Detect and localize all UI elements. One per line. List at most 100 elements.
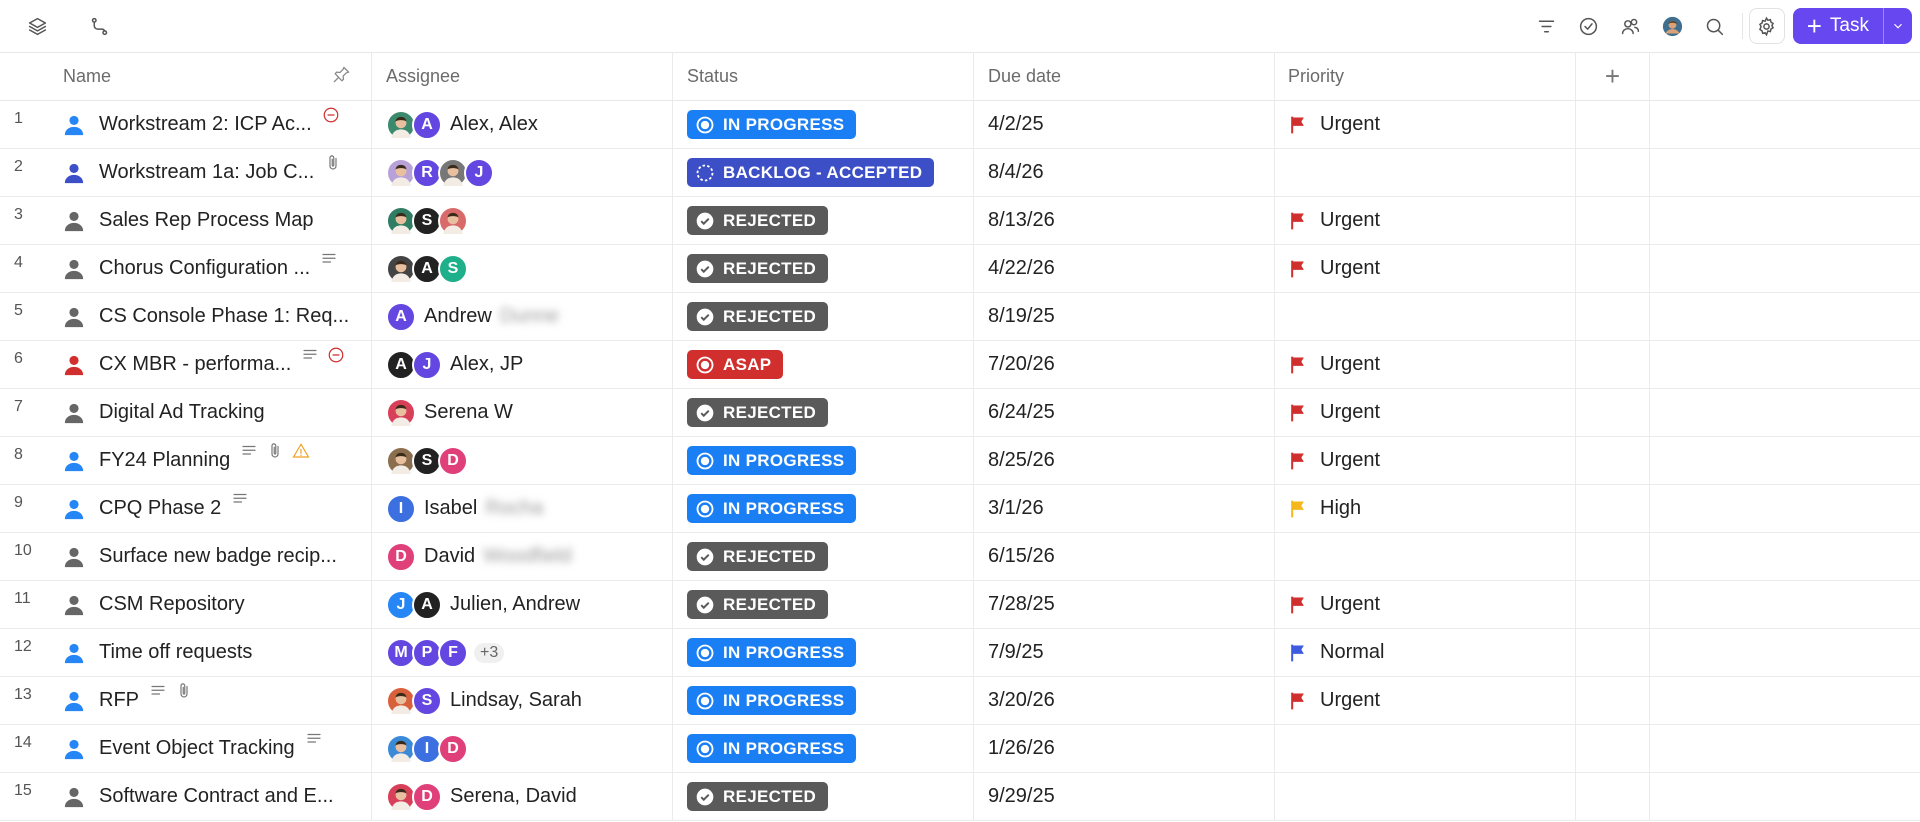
due-date-cell[interactable]: 7/20/26 xyxy=(974,341,1275,388)
task-name[interactable]: CX MBR - performa... xyxy=(99,353,291,376)
due-date-cell[interactable]: 7/28/25 xyxy=(974,581,1275,628)
task-name-cell[interactable]: Digital Ad Tracking xyxy=(50,389,372,436)
table-row[interactable]: 3 Sales Rep Process Map S REJECTED 8/13/26 Ur… xyxy=(0,197,1920,245)
due-date-cell[interactable]: 3/1/26 xyxy=(974,485,1275,532)
assignee-cell[interactable]: A J Alex, JP xyxy=(372,341,673,388)
table-row[interactable]: 6 CX MBR - performa... A J Alex, JP ASAP 7/20/… xyxy=(0,341,1920,389)
due-date-cell[interactable]: 7/9/25 xyxy=(974,629,1275,676)
assignee-cell[interactable]: A Alex, Alex xyxy=(372,101,673,148)
priority-cell[interactable]: Urgent xyxy=(1275,197,1576,244)
task-name[interactable]: Chorus Configuration ... xyxy=(99,257,310,280)
task-name-cell[interactable]: Chorus Configuration ... xyxy=(50,245,372,292)
header-status[interactable]: Status xyxy=(673,53,974,100)
status-cell[interactable]: IN PROGRESS xyxy=(673,677,974,724)
status-badge[interactable]: ASAP xyxy=(687,350,784,379)
status-badge[interactable]: IN PROGRESS xyxy=(687,686,857,715)
status-cell[interactable]: IN PROGRESS xyxy=(673,629,974,676)
due-date-cell[interactable]: 4/22/26 xyxy=(974,245,1275,292)
table-row[interactable]: 14 Event Object Tracking I D IN PROGRESS 1/26… xyxy=(0,725,1920,773)
task-name[interactable]: Digital Ad Tracking xyxy=(99,401,265,424)
task-name[interactable]: CS Console Phase 1: Req... xyxy=(99,305,349,328)
add-column-button[interactable]: + xyxy=(1576,53,1650,100)
task-name[interactable]: CPQ Phase 2 xyxy=(99,497,221,520)
layers-icon[interactable] xyxy=(23,12,51,40)
status-cell[interactable]: REJECTED xyxy=(673,389,974,436)
due-date-cell[interactable]: 8/13/26 xyxy=(974,197,1275,244)
pin-icon[interactable] xyxy=(332,65,351,89)
assignee-cell[interactable]: J A Julien, Andrew xyxy=(372,581,673,628)
task-name[interactable]: Surface new badge recip... xyxy=(99,545,337,568)
task-name-cell[interactable]: Sales Rep Process Map xyxy=(50,197,372,244)
task-name[interactable]: Workstream 1a: Job C... xyxy=(99,161,314,184)
assignee-cell[interactable]: Serena W xyxy=(372,389,673,436)
priority-cell[interactable] xyxy=(1275,773,1576,820)
priority-cell[interactable]: Urgent xyxy=(1275,341,1576,388)
filter-icon[interactable] xyxy=(1533,12,1561,40)
status-badge[interactable]: REJECTED xyxy=(687,542,829,571)
priority-cell[interactable]: Urgent xyxy=(1275,389,1576,436)
due-date-cell[interactable]: 8/19/25 xyxy=(974,293,1275,340)
task-name[interactable]: Workstream 2: ICP Ac... xyxy=(99,113,312,136)
assignee-cell[interactable]: D David Woodfield xyxy=(372,533,673,580)
priority-cell[interactable]: Urgent xyxy=(1275,581,1576,628)
assignee-cell[interactable]: I Isabel Rocha xyxy=(372,485,673,532)
header-assignee[interactable]: Assignee xyxy=(372,53,673,100)
table-row[interactable]: 2 Workstream 1a: Job C... R J BACKLOG - ACCE… xyxy=(0,149,1920,197)
assignee-cell[interactable]: A Andrew Dunne xyxy=(372,293,673,340)
table-row[interactable]: 11 CSM Repository J A Julien, Andrew REJECTED… xyxy=(0,581,1920,629)
status-badge[interactable]: REJECTED xyxy=(687,254,829,283)
header-name[interactable]: Name xyxy=(50,53,372,100)
status-badge[interactable]: IN PROGRESS xyxy=(687,638,857,667)
check-circle-icon[interactable] xyxy=(1575,12,1603,40)
header-due-date[interactable]: Due date xyxy=(974,53,1275,100)
users-icon[interactable] xyxy=(1617,12,1645,40)
status-cell[interactable]: REJECTED xyxy=(673,773,974,820)
task-name-cell[interactable]: Event Object Tracking xyxy=(50,725,372,772)
status-cell[interactable]: REJECTED xyxy=(673,197,974,244)
assignee-cell[interactable]: SD xyxy=(372,437,673,484)
due-date-cell[interactable]: 6/15/26 xyxy=(974,533,1275,580)
task-name[interactable]: Event Object Tracking xyxy=(99,737,295,760)
assignee-cell[interactable]: D Serena, David xyxy=(372,773,673,820)
task-name-cell[interactable]: Software Contract and E... xyxy=(50,773,372,820)
header-priority[interactable]: Priority xyxy=(1275,53,1576,100)
task-name-cell[interactable]: CPQ Phase 2 xyxy=(50,485,372,532)
priority-cell[interactable]: Urgent xyxy=(1275,101,1576,148)
add-task-dropdown[interactable] xyxy=(1883,8,1912,44)
task-name-cell[interactable]: Time off requests xyxy=(50,629,372,676)
priority-cell[interactable]: Normal xyxy=(1275,629,1576,676)
table-row[interactable]: 12 Time off requests M P F +3 IN PROGRESS 7/9/2… xyxy=(0,629,1920,677)
status-badge[interactable]: REJECTED xyxy=(687,782,829,811)
table-row[interactable]: 15 Software Contract and E... D Serena, Dav… xyxy=(0,773,1920,821)
status-cell[interactable]: REJECTED xyxy=(673,581,974,628)
table-row[interactable]: 10 Surface new badge recip... D David Woodfi… xyxy=(0,533,1920,581)
task-name[interactable]: RFP xyxy=(99,689,139,712)
status-cell[interactable]: REJECTED xyxy=(673,245,974,292)
task-name-cell[interactable]: CSM Repository xyxy=(50,581,372,628)
due-date-cell[interactable]: 8/4/26 xyxy=(974,149,1275,196)
due-date-cell[interactable]: 1/26/26 xyxy=(974,725,1275,772)
priority-cell[interactable] xyxy=(1275,533,1576,580)
status-badge[interactable]: IN PROGRESS xyxy=(687,494,857,523)
task-name[interactable]: Time off requests xyxy=(99,641,252,664)
status-cell[interactable]: ASAP xyxy=(673,341,974,388)
table-row[interactable]: 9 CPQ Phase 2 I Isabel Rocha IN PROGRESS 3/1/2… xyxy=(0,485,1920,533)
due-date-cell[interactable]: 6/24/25 xyxy=(974,389,1275,436)
status-badge[interactable]: REJECTED xyxy=(687,206,829,235)
table-row[interactable]: 1 Workstream 2: ICP Ac... A Alex, Alex IN PR… xyxy=(0,101,1920,149)
due-date-cell[interactable]: 3/20/26 xyxy=(974,677,1275,724)
priority-cell[interactable] xyxy=(1275,293,1576,340)
status-cell[interactable]: BACKLOG - ACCEPTED xyxy=(673,149,974,196)
status-badge[interactable]: IN PROGRESS xyxy=(687,110,857,139)
task-name[interactable]: Sales Rep Process Map xyxy=(99,209,314,232)
user-avatar[interactable] xyxy=(1659,12,1687,40)
status-badge[interactable]: REJECTED xyxy=(687,302,829,331)
task-name-cell[interactable]: Surface new badge recip... xyxy=(50,533,372,580)
assignee-cell[interactable]: RJ xyxy=(372,149,673,196)
task-name-cell[interactable]: CX MBR - performa... xyxy=(50,341,372,388)
status-badge[interactable]: BACKLOG - ACCEPTED xyxy=(687,158,935,187)
due-date-cell[interactable]: 8/25/26 xyxy=(974,437,1275,484)
assignee-cell[interactable]: S Lindsay, Sarah xyxy=(372,677,673,724)
assignee-cell[interactable]: M P F +3 xyxy=(372,629,673,676)
task-name-cell[interactable]: CS Console Phase 1: Req... xyxy=(50,293,372,340)
